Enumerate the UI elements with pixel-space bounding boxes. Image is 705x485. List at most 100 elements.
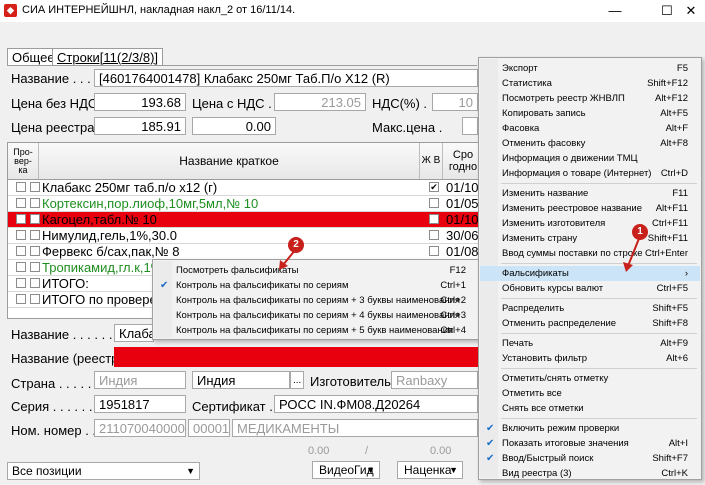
nom-group-field[interactable]: МЕДИКАМЕНТЫ — [232, 419, 478, 437]
menu-item[interactable]: Фальсификаты › — [480, 266, 700, 281]
row-mark-checkbox[interactable] — [30, 214, 40, 224]
zero-field[interactable]: 0.00 — [192, 117, 276, 135]
tab-rows[interactable]: Строки[11(2/3/8)] — [52, 48, 164, 66]
menu-item[interactable]: Изменить реестровое название Alt+F11 — [480, 201, 700, 216]
menu-item[interactable]: Экспорт F5 — [480, 61, 700, 76]
video-guide-button[interactable]: ВидеоГид ▼ — [312, 461, 380, 479]
menu-item[interactable]: Фасовка Alt+F — [480, 121, 700, 136]
maker-field[interactable]: Ranbaxy — [391, 371, 478, 389]
row-mark-checkbox[interactable] — [30, 182, 40, 192]
submenu-item-shortcut: Ctrl+4 — [440, 325, 466, 336]
row-check-checkbox[interactable] — [16, 246, 26, 256]
submenu-item[interactable]: Контроль на фальсификаты по сериям + 3 б… — [154, 293, 478, 308]
menu-item[interactable]: Посмотреть реестр ЖНВЛП Alt+F12 — [480, 91, 700, 106]
nom-field[interactable]: 2110700400000 — [94, 419, 186, 437]
menu-item-label: Ввод суммы поставки по строке — [502, 248, 643, 259]
table-row[interactable]: Клабакс 250мг таб.п/о х12 (г) ✔ 01/10/2 — [8, 180, 478, 196]
series-field[interactable]: 1951817 — [94, 395, 186, 413]
menu-item-label: Ввод/Быстрый поиск — [502, 453, 594, 464]
row-mark-checkbox[interactable] — [30, 198, 40, 208]
row-check-checkbox[interactable] — [16, 198, 26, 208]
menu-item[interactable]: Обновить курсы валют Ctrl+F5 — [480, 281, 700, 296]
menu-separator — [501, 263, 697, 264]
menu-item-label: Информация о движении ТМЦ — [502, 153, 638, 164]
col-jv-header[interactable]: Ж В — [420, 143, 443, 179]
submenu-item-shortcut: Ctrl+1 — [440, 280, 466, 291]
menu-item[interactable]: Изменить изготовителя Ctrl+F11 — [480, 216, 700, 231]
row-jv-checkbox[interactable] — [429, 198, 439, 208]
row-jv-checkbox[interactable] — [429, 246, 439, 256]
menu-item[interactable]: Информация о товаре (Интернет) Ctrl+D — [480, 166, 700, 181]
registry-name-field[interactable] — [114, 347, 478, 367]
markup-button[interactable]: Наценка ▼ — [397, 461, 463, 479]
menu-item[interactable]: Изменить название F11 — [480, 186, 700, 201]
submenu-item[interactable]: Контроль на фальсификаты по сериям + 4 б… — [154, 308, 478, 323]
menu-item[interactable]: Отменить фасовку Alt+F8 — [480, 136, 700, 151]
cert-field[interactable]: РОСС IN.ФМ08.Д20264 — [274, 395, 478, 413]
menu-item[interactable]: Копировать запись Alt+F5 — [480, 106, 700, 121]
submenu-item[interactable]: Контроль на фальсификаты по сериям + 5 б… — [154, 323, 478, 338]
menu-item-label: Показать итоговые значения — [502, 438, 629, 449]
menu-item[interactable]: Распределить Shift+F5 — [480, 301, 700, 316]
row-mark-checkbox[interactable] — [30, 230, 40, 240]
submenu-item-shortcut: Ctrl+2 — [440, 295, 466, 306]
menu-item[interactable]: Статистика Shift+F12 — [480, 76, 700, 91]
row-name: Нимулид,гель,1%,30.0 — [42, 228, 177, 243]
country-ellipsis-button[interactable]: ... — [290, 371, 304, 389]
row-mark-checkbox[interactable] — [30, 246, 40, 256]
bottom-name-field[interactable]: Клаба — [114, 324, 154, 342]
menu-item[interactable]: Отметить/снять отметку — [480, 371, 700, 386]
row-check-checkbox[interactable] — [16, 262, 26, 272]
filter-select[interactable]: Все позиции ▼ — [7, 462, 200, 480]
menu-item[interactable]: Печать Alt+F9 — [480, 336, 700, 351]
name-field[interactable]: [4601764001478] Клабакс 250мг Таб.П/о X1… — [94, 69, 478, 87]
row-mark-checkbox[interactable] — [30, 262, 40, 272]
row-check-checkbox[interactable] — [16, 230, 26, 240]
col-check-header[interactable]: Про- вер- ка — [8, 143, 39, 179]
row-mark-checkbox[interactable] — [30, 294, 40, 304]
col-date-header[interactable]: Сро годно — [443, 143, 478, 179]
row-jv-checkbox[interactable] — [429, 214, 439, 224]
grid-header: Про- вер- ка Название краткое Ж В Сро го… — [8, 143, 478, 180]
nom-code-field[interactable]: 00001 — [188, 419, 230, 437]
menu-item[interactable]: Отметить все — [480, 386, 700, 401]
row-jv-checkbox[interactable] — [429, 230, 439, 240]
menu-item-shortcut: Alt+F12 — [654, 93, 688, 104]
row-check-checkbox[interactable] — [16, 294, 26, 304]
table-row[interactable]: Нимулид,гель,1%,30.0 30/06/2 — [8, 228, 478, 244]
menu-item[interactable]: ✔ Показать итоговые значения Alt+I — [480, 436, 700, 451]
row-jv-checkbox[interactable]: ✔ — [429, 182, 439, 192]
menu-item[interactable]: Вид реестра (3) Ctrl+K — [480, 466, 700, 481]
menu-item[interactable]: ✔ Включить режим проверки — [480, 421, 700, 436]
minimize-button[interactable]: — — [600, 2, 630, 20]
menu-item[interactable]: ✔ Ввод/Быстрый поиск Shift+F7 — [480, 451, 700, 466]
menu-item[interactable]: Установить фильтр Alt+6 — [480, 351, 700, 366]
menu-item-label: Включить режим проверки — [502, 423, 620, 434]
row-check-checkbox[interactable] — [16, 278, 26, 288]
submenu-item[interactable]: ✔ Контроль на фальсификаты по сериям Ctrl+… — [154, 278, 478, 293]
price-vat-field[interactable]: 213.05 — [274, 93, 366, 111]
menu-item-shortcut: Ctrl+D — [660, 168, 688, 179]
row-mark-checkbox[interactable] — [30, 278, 40, 288]
registry-price-field[interactable]: 185.91 — [94, 117, 186, 135]
row-check-checkbox[interactable] — [16, 182, 26, 192]
country-field[interactable]: Индия — [94, 371, 186, 389]
price-no-vat-field[interactable]: 193.68 — [94, 93, 186, 111]
table-row[interactable]: Кортексин,пор.лиоф,10мг,5мл,№ 10 01/05/2 — [8, 196, 478, 212]
menu-item[interactable]: Ввод суммы поставки по строке Ctrl+Enter — [480, 246, 700, 261]
menu-item[interactable]: Отменить распределение Shift+F8 — [480, 316, 700, 331]
max-price-field[interactable] — [462, 117, 478, 135]
menu-item[interactable]: Изменить страну Shift+F11 — [480, 231, 700, 246]
row-check-checkbox[interactable] — [16, 214, 26, 224]
menu-item-shortcut: Ctrl+Enter — [644, 248, 688, 259]
total-value-1: 0.00 — [308, 445, 330, 457]
menu-item[interactable]: Снять все отметки — [480, 401, 700, 416]
close-button[interactable]: ✕ — [676, 2, 705, 20]
table-row[interactable]: Кагоцел,табл.№ 10 01/10/2 — [8, 212, 478, 228]
menu-item[interactable]: Информация о движении ТМЦ — [480, 151, 700, 166]
col-name-header[interactable]: Название краткое — [39, 143, 420, 179]
country-select[interactable]: Индия — [192, 371, 290, 389]
vat-field[interactable]: 10 — [432, 93, 478, 111]
table-row[interactable]: Фервекс б/сах,пак,№ 8 01/08/2 — [8, 244, 478, 260]
submenu-item[interactable]: Посмотреть фальсификаты F12 — [154, 263, 478, 278]
